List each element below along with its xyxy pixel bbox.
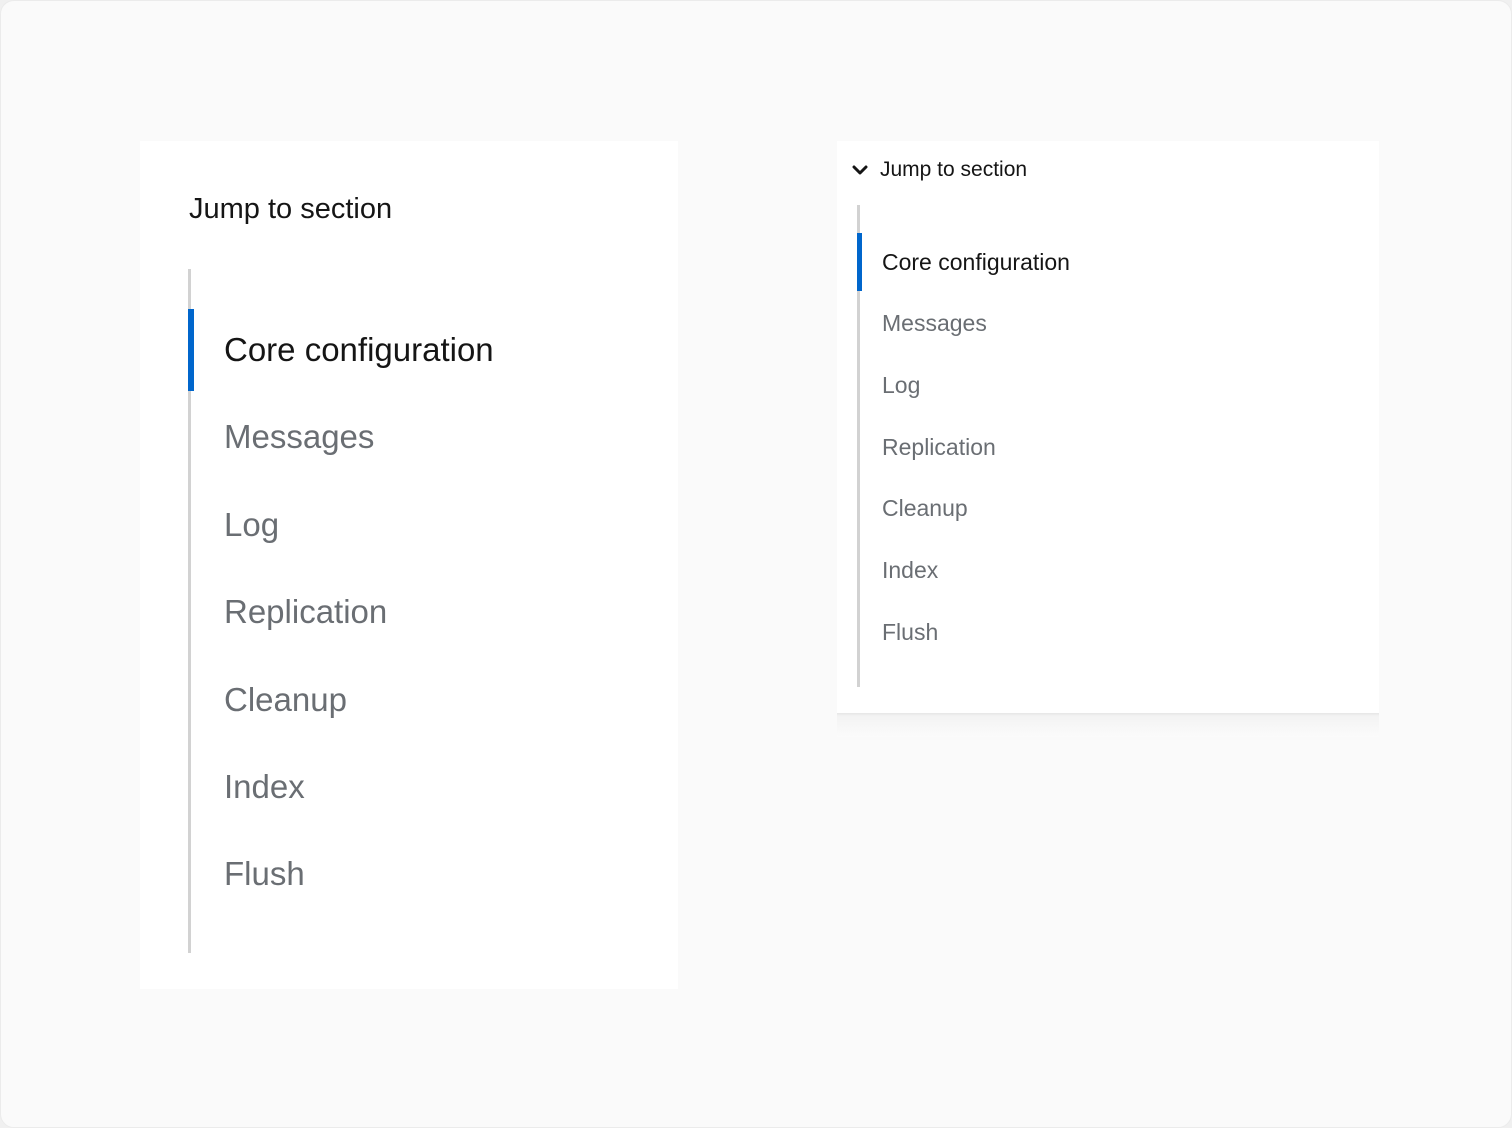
jump-links-toggle[interactable]: Jump to section [851, 155, 1027, 185]
panel-bottom-shadow [837, 713, 1379, 737]
jump-link-cleanup[interactable]: Cleanup [857, 480, 1070, 538]
jump-links-list: Core configuration Messages Log Replicat… [857, 233, 1070, 665]
jump-link-messages[interactable]: Messages [188, 396, 494, 478]
jump-links-list: Core configuration Messages Log Replicat… [188, 309, 494, 921]
jump-links-panel-large: Jump to section Core configuration Messa… [140, 141, 678, 989]
jump-link-flush[interactable]: Flush [857, 603, 1070, 661]
jump-link-cleanup[interactable]: Cleanup [188, 659, 494, 741]
jump-link-log[interactable]: Log [857, 356, 1070, 414]
jump-link-index[interactable]: Index [857, 541, 1070, 599]
jump-links-toggle-label: Jump to section [880, 158, 1028, 181]
jump-link-replication[interactable]: Replication [857, 418, 1070, 476]
jump-links-title: Jump to section [189, 193, 393, 225]
canvas: Jump to section Core configuration Messa… [0, 0, 1512, 1128]
jump-link-core-configuration[interactable]: Core configuration [188, 309, 494, 391]
jump-link-flush[interactable]: Flush [188, 833, 494, 915]
jump-link-messages[interactable]: Messages [857, 295, 1070, 353]
chevron-down-icon [851, 161, 869, 179]
jump-link-core-configuration[interactable]: Core configuration [857, 233, 1070, 291]
jump-link-log[interactable]: Log [188, 484, 494, 566]
jump-link-index[interactable]: Index [188, 746, 494, 828]
jump-links-panel-expandable: Jump to section Core configuration Messa… [837, 141, 1379, 713]
jump-link-replication[interactable]: Replication [188, 571, 494, 653]
